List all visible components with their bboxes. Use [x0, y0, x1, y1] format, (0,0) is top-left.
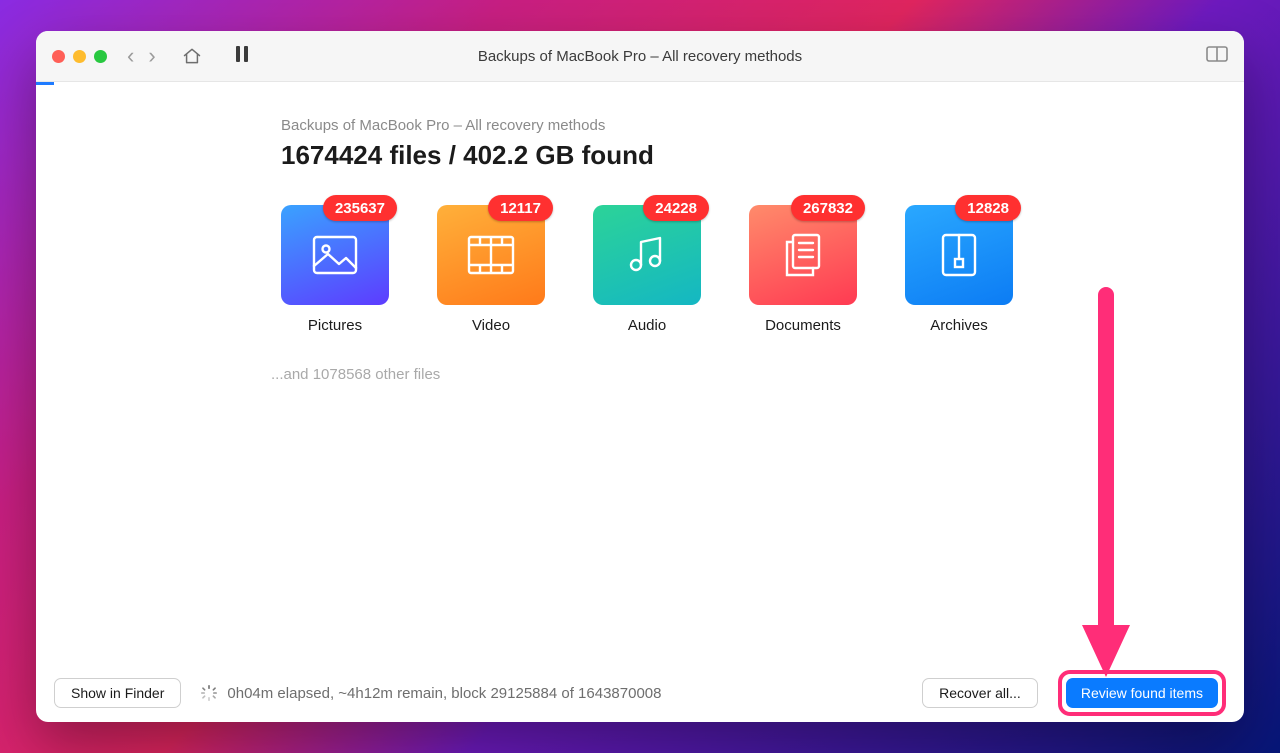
window-controls [52, 50, 107, 63]
close-window-button[interactable] [52, 50, 65, 63]
category-audio-count: 24228 [643, 195, 709, 221]
status-text: 0h04m elapsed, ~4h12m remain, block 2912… [227, 685, 661, 702]
titlebar: ‹ › Backups of MacBook Pro – All recover… [36, 31, 1244, 82]
app-window: ‹ › Backups of MacBook Pro – All recover… [36, 31, 1244, 722]
category-video[interactable]: 12117 Video [437, 205, 545, 334]
category-archives-label: Archives [930, 317, 988, 334]
category-video-label: Video [472, 317, 510, 334]
content-area: Backups of MacBook Pro – All recovery me… [36, 85, 1244, 664]
category-documents[interactable]: 267832 Documents [749, 205, 857, 334]
status-line: 0h04m elapsed, ~4h12m remain, block 2912… [201, 685, 661, 702]
category-audio[interactable]: 24228 Audio [593, 205, 701, 334]
zoom-window-button[interactable] [94, 50, 107, 63]
category-video-count: 12117 [488, 195, 553, 221]
back-button[interactable]: ‹ [127, 45, 134, 67]
forward-button[interactable]: › [148, 45, 155, 67]
category-audio-label: Audio [628, 317, 666, 334]
home-button[interactable] [182, 46, 202, 66]
category-documents-label: Documents [765, 317, 841, 334]
footer-bar: Show in Finder 0h04m elapsed, [36, 664, 1244, 722]
category-pictures-count: 235637 [323, 195, 397, 221]
category-documents-count: 267832 [791, 195, 865, 221]
annotation-arrow-icon [1076, 285, 1136, 685]
category-pictures[interactable]: 235637 Pictures [281, 205, 389, 334]
spinner-icon [201, 685, 217, 701]
pause-button[interactable] [234, 45, 250, 68]
recover-all-button[interactable]: Recover all... [922, 678, 1038, 708]
sidebar-toggle-button[interactable] [1206, 46, 1228, 67]
show-in-finder-button[interactable]: Show in Finder [54, 678, 181, 708]
window-title: Backups of MacBook Pro – All recovery me… [36, 48, 1244, 65]
category-archives-count: 12828 [955, 195, 1021, 221]
breadcrumb: Backups of MacBook Pro – All recovery me… [281, 117, 1244, 134]
minimize-window-button[interactable] [73, 50, 86, 63]
category-pictures-label: Pictures [308, 317, 362, 334]
found-summary: 1674424 files / 402.2 GB found [281, 140, 1244, 171]
category-archives[interactable]: 12828 Archives [905, 205, 1013, 334]
nav-back-forward: ‹ › [127, 45, 156, 67]
